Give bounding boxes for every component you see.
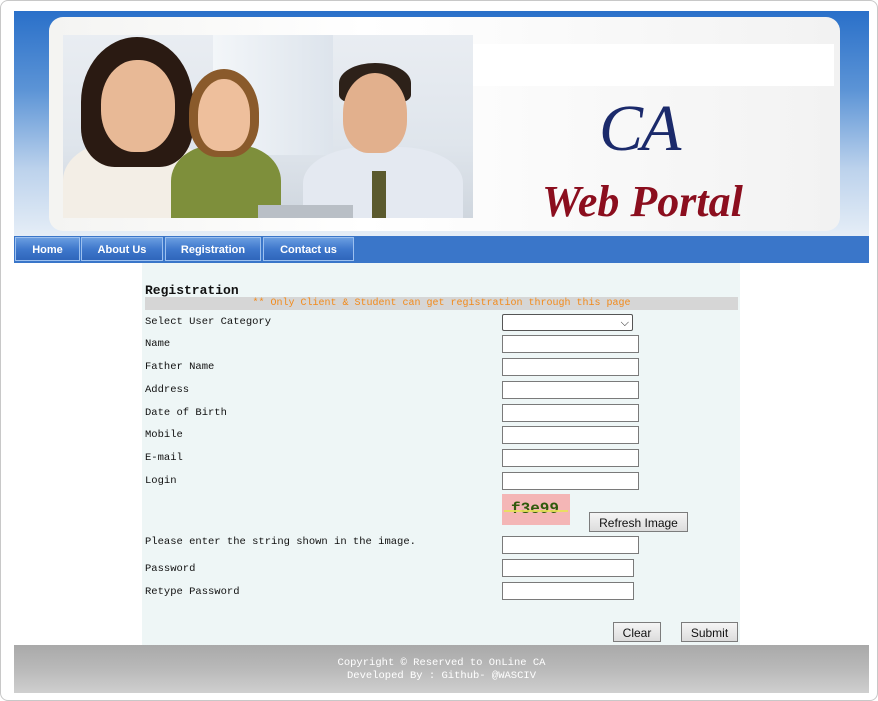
nav-contact-us[interactable]: Contact us [263, 237, 354, 261]
label-captcha-input: Please enter the string shown in the ima… [145, 536, 416, 548]
photo-face-1 [101, 60, 175, 152]
name-field[interactable] [502, 335, 639, 353]
chevron-down-icon: ⌵ [620, 317, 629, 329]
label-email: E-mail [145, 452, 183, 464]
nav-about-us[interactable]: About Us [81, 237, 163, 261]
login-field[interactable] [502, 472, 639, 490]
label-retype-password: Retype Password [145, 586, 240, 598]
captcha-noise-line [504, 510, 568, 512]
address-field[interactable] [502, 381, 639, 399]
registration-panel: Registration ** Only Client & Student ca… [142, 263, 740, 645]
retype-password-field[interactable] [502, 582, 634, 600]
clear-button[interactable]: Clear [613, 622, 661, 642]
father-name-field[interactable] [502, 358, 639, 376]
photo-tie [372, 171, 386, 218]
page-frame: CA Web Portal Home About Us Registration… [0, 0, 878, 701]
nav-home[interactable]: Home [15, 237, 80, 261]
page-title: Registration [145, 283, 239, 298]
main-nav: Home About Us Registration Contact us [14, 236, 869, 263]
email-field[interactable] [502, 449, 639, 467]
submit-button[interactable]: Submit [681, 622, 738, 642]
footer: Copyright © Reserved to OnLine CA Develo… [14, 645, 869, 693]
label-mobile: Mobile [145, 429, 183, 441]
label-login: Login [145, 475, 177, 487]
refresh-image-button[interactable]: Refresh Image [589, 512, 688, 532]
logo-web-portal-text: Web Portal [542, 177, 743, 226]
photo-face-3 [343, 73, 407, 153]
header-banner: CA Web Portal [14, 11, 869, 237]
label-date-of-birth: Date of Birth [145, 407, 227, 419]
date-of-birth-field[interactable] [502, 404, 639, 422]
label-address: Address [145, 384, 190, 396]
label-user-category: Select User Category [145, 316, 272, 328]
registration-notice: ** Only Client & Student can get registr… [252, 298, 631, 309]
captcha-text: f3e99 [511, 500, 560, 518]
banner-photo-business-people [63, 35, 473, 218]
label-password: Password [145, 563, 196, 575]
captcha-input-field[interactable] [502, 536, 639, 554]
nav-registration[interactable]: Registration [165, 237, 261, 261]
footer-developer: Developed By : Github- @WASCIV [346, 670, 537, 682]
password-field[interactable] [502, 559, 634, 577]
mobile-field[interactable] [502, 426, 639, 444]
captcha-image: f3e99 [502, 494, 570, 525]
user-category-select[interactable]: ⌵ [502, 314, 633, 331]
label-name: Name [145, 338, 171, 350]
photo-laptop [258, 205, 353, 218]
logo-ca-text: CA [599, 92, 681, 165]
photo-face-2 [198, 79, 250, 151]
footer-copyright: Copyright © Reserved to OnLine CA [337, 657, 546, 669]
label-father-name: Father Name [145, 361, 215, 373]
